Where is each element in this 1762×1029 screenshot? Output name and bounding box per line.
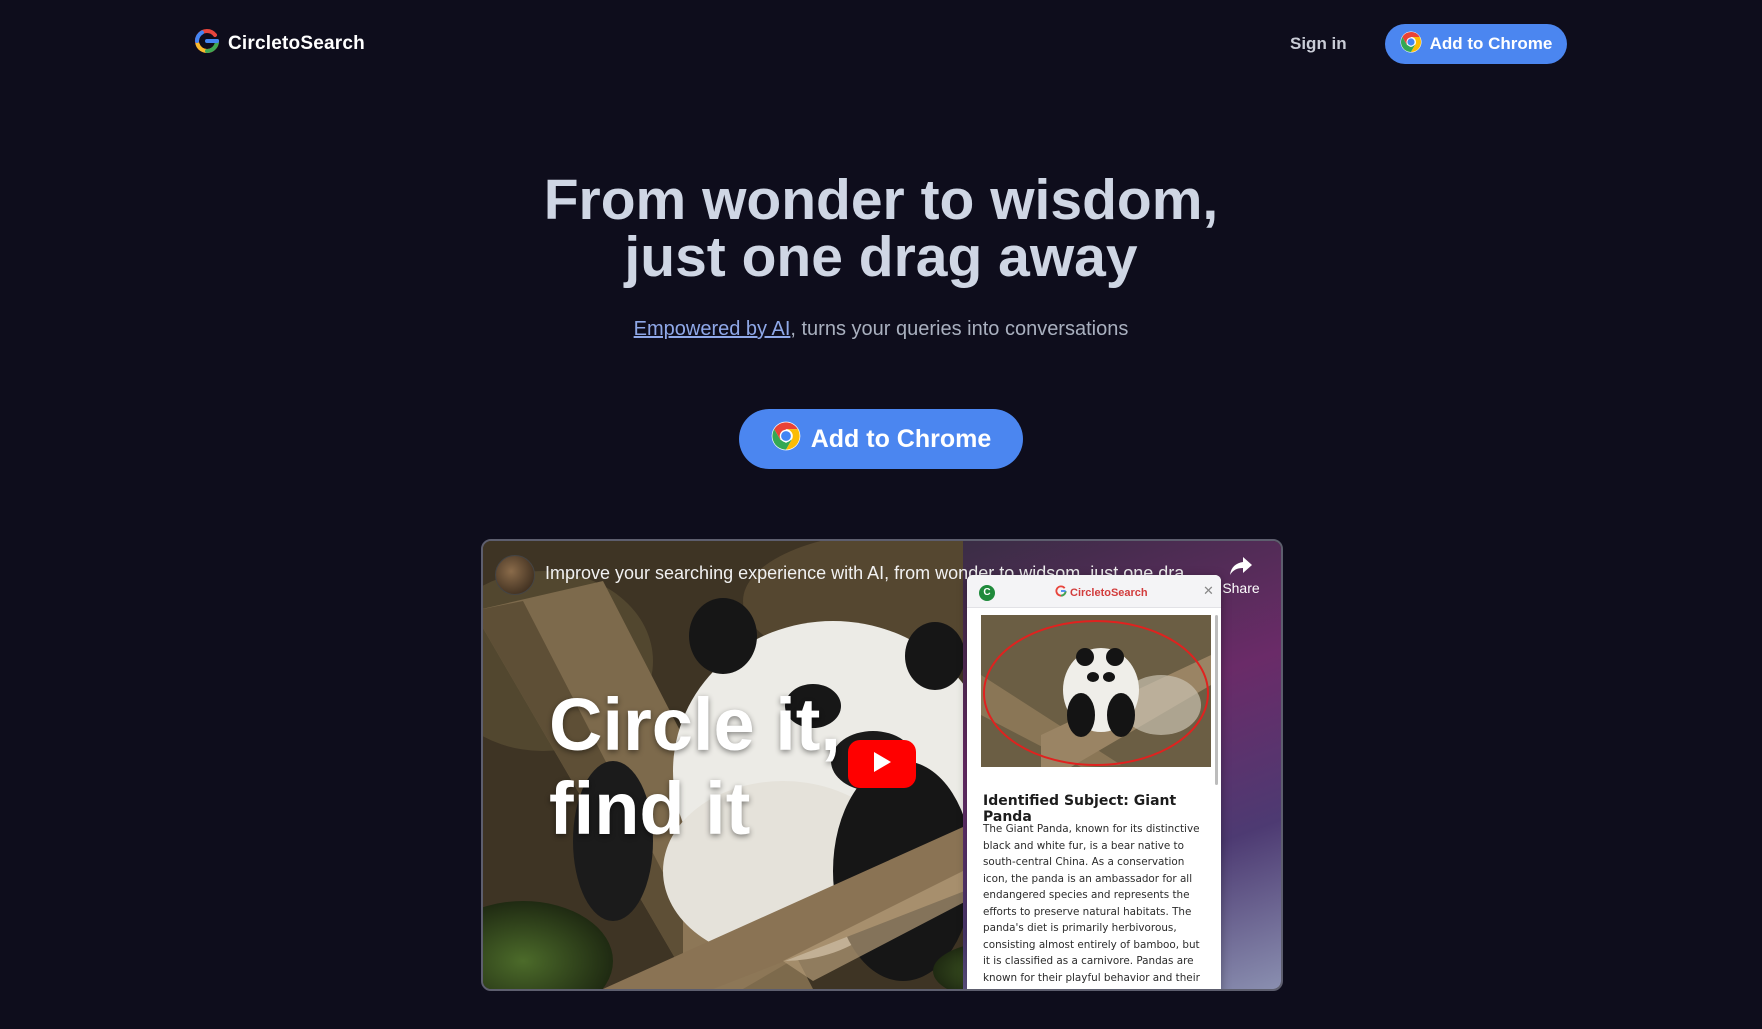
share-icon [1213,555,1269,580]
sign-in-link[interactable]: Sign in [1290,30,1347,58]
hero-subtitle: Empowered by AI, turns your queries into… [0,318,1762,341]
play-icon [872,751,892,778]
play-button[interactable] [848,740,916,788]
share-button[interactable]: Share [1213,555,1269,596]
card-description: The Giant Panda, known for its distincti… [983,823,1207,989]
card-badge: C [979,585,995,601]
overlay-line-2: find it [549,767,751,850]
card-brand: CircletoSearch [1055,585,1148,600]
demo-video-embed[interactable]: Improve your searching experience with A… [481,539,1283,991]
card-scrollbar[interactable] [1215,615,1218,785]
video-overlay-caption: Circle it, find it [549,683,841,851]
card-brand-name: CircletoSearch [1070,586,1148,599]
card-header: C CircletoSearch ✕ [967,575,1221,608]
close-icon[interactable]: ✕ [1203,583,1214,599]
share-label: Share [1222,580,1260,596]
hero-subtitle-text: , turns your queries into conversations [790,318,1129,340]
chrome-icon [771,421,801,458]
empowered-by-ai-link[interactable]: Empowered by AI [634,318,791,340]
channel-avatar[interactable] [495,555,535,595]
hero-title: From wonder to wisdom, just one drag awa… [0,172,1762,286]
hero-title-line-1: From wonder to wisdom, [543,168,1219,232]
overlay-line-1: Circle it, [549,683,841,766]
circle-g-logo-icon [194,28,220,59]
add-to-chrome-nav-label: Add to Chrome [1429,34,1553,53]
top-navbar: CircletoSearch Sign in Add to Chrome [0,0,1762,88]
hero-title-line-2: just one drag away [624,225,1138,289]
add-to-chrome-hero-button[interactable]: Add to Chrome [739,409,1023,469]
add-to-chrome-nav-button[interactable]: Add to Chrome [1385,24,1567,64]
add-to-chrome-hero-label: Add to Chrome [810,424,992,453]
brand-logo[interactable]: CircletoSearch [194,28,365,59]
card-panda-image [981,615,1211,767]
chrome-icon [1400,31,1422,58]
search-result-card: C CircletoSearch ✕ Identified Subject: G… [967,575,1221,989]
brand-name: CircletoSearch [228,32,365,54]
circle-g-logo-icon [1055,585,1067,600]
